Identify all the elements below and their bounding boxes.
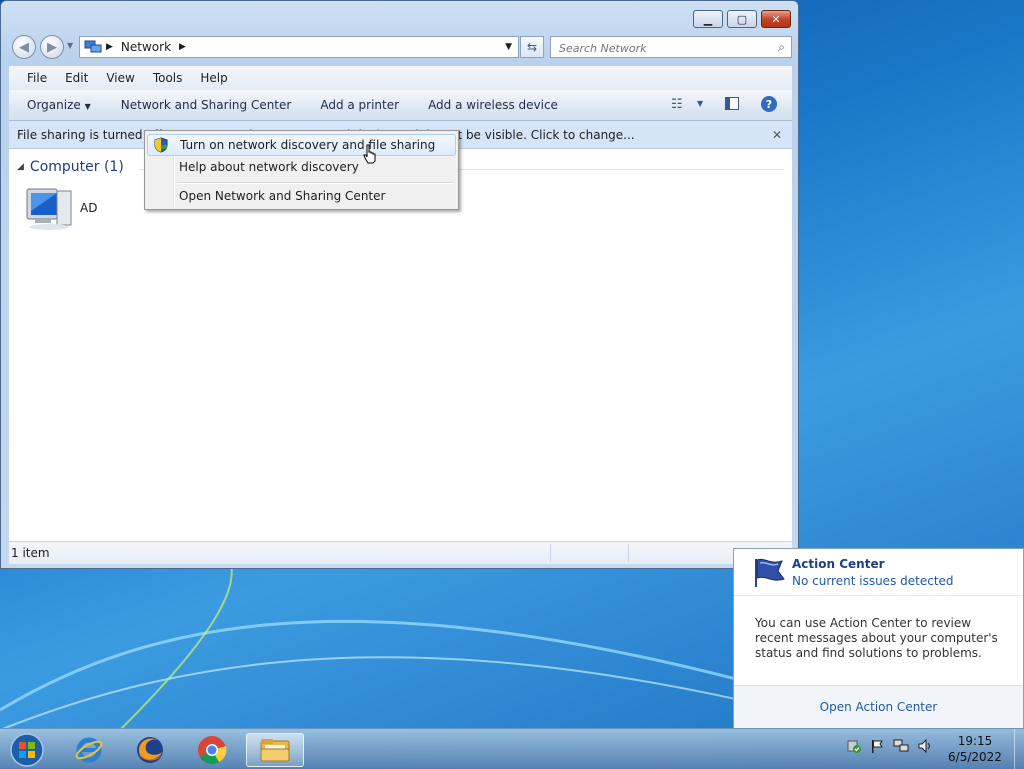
search-icon[interactable]: ⌕: [778, 40, 785, 55]
computer-icon: [26, 188, 72, 230]
back-button[interactable]: ◀: [12, 35, 36, 59]
menu-file[interactable]: File: [27, 71, 47, 85]
taskbar-internet-explorer[interactable]: [64, 733, 114, 767]
network-icon: [84, 40, 102, 53]
status-divider: [628, 544, 629, 562]
taskbar: 19:15 6/5/2022: [0, 728, 1024, 769]
desktop-wallpaper-swoosh: [0, 560, 740, 730]
open-action-center-link[interactable]: Open Action Center: [820, 700, 938, 714]
menu-item-label: Turn on network discovery and file shari…: [180, 138, 436, 152]
menu-edit[interactable]: Edit: [65, 71, 88, 85]
menu-view[interactable]: View: [106, 71, 134, 85]
organize-button[interactable]: Organize ▼: [27, 98, 91, 112]
internet-explorer-icon: [75, 737, 103, 763]
search-input[interactable]: [557, 38, 761, 58]
breadcrumb-chevron-icon[interactable]: ▶: [106, 42, 113, 52]
command-bar: Organize ▼ Network and Sharing Center Ad…: [9, 90, 792, 121]
help-icon[interactable]: ?: [761, 96, 777, 112]
taskbar-firefox[interactable]: [125, 733, 175, 767]
flag-tray-icon[interactable]: [868, 737, 886, 755]
action-center-tray-icon[interactable]: [845, 737, 863, 755]
network-connection-icon: [893, 739, 909, 752]
group-label: Computer (1): [29, 159, 124, 175]
breadcrumb-network[interactable]: Network: [121, 40, 171, 54]
action-center-popup: Action Center No current issues detected…: [733, 548, 1024, 728]
address-dropdown-icon[interactable]: ▼: [505, 42, 512, 52]
collapse-triangle-icon[interactable]: ◢: [17, 162, 24, 172]
chrome-icon: [198, 736, 227, 764]
uac-shield-icon: [154, 137, 168, 153]
status-item-count: 1 item: [11, 546, 50, 560]
status-divider: [550, 544, 551, 562]
menu-item-help-discovery[interactable]: Help about network discovery: [147, 156, 456, 178]
action-center-title[interactable]: Action Center: [792, 557, 885, 571]
network-explorer-window: ▁ ▢ ✕ ◀ ▶ ▼ ▶ Network ▶ ▼ ⇆ ⌕ File Edit …: [0, 0, 799, 569]
close-button[interactable]: ✕: [761, 10, 791, 28]
start-button[interactable]: [2, 733, 52, 767]
menu-item-open-sharing-center[interactable]: Open Network and Sharing Center: [147, 185, 456, 207]
menu-tools[interactable]: Tools: [153, 71, 183, 85]
action-center-status: No current issues detected: [792, 574, 954, 588]
volume-tray-icon[interactable]: [916, 737, 934, 755]
taskbar-windows-explorer[interactable]: [246, 733, 304, 767]
infobar-close-icon[interactable]: ✕: [772, 128, 782, 142]
folder-icon: [260, 739, 290, 762]
breadcrumb-chevron-icon[interactable]: ▶: [179, 42, 186, 52]
network-tray-icon[interactable]: [892, 737, 910, 755]
menu-separator: [177, 182, 454, 184]
forward-button[interactable]: ▶: [40, 35, 64, 59]
taskbar-chrome[interactable]: [187, 733, 237, 767]
clock-time: 19:15: [957, 734, 993, 748]
computer-item-ad[interactable]: AD: [23, 185, 103, 235]
search-box[interactable]: ⌕: [550, 36, 792, 58]
add-wireless-device-button[interactable]: Add a wireless device: [428, 98, 558, 112]
minimize-button[interactable]: ▁: [693, 10, 723, 28]
organize-label: Organize: [27, 98, 81, 112]
recent-pages-chevron-icon[interactable]: ▼: [67, 41, 73, 50]
hand-cursor-icon: [363, 144, 376, 164]
firefox-icon: [137, 737, 163, 763]
system-clock[interactable]: 19:15 6/5/2022: [940, 733, 1010, 765]
show-desktop-button[interactable]: [1014, 729, 1024, 769]
action-center-message: You can use Action Center to review rece…: [755, 616, 998, 660]
change-view-icon[interactable]: ☷: [671, 97, 683, 112]
flag-icon: [872, 740, 883, 753]
computer-item-label: AD: [80, 201, 98, 215]
menu-item-turn-on-discovery[interactable]: Turn on network discovery and file shari…: [147, 134, 456, 156]
menu-help[interactable]: Help: [200, 71, 227, 85]
security-check-icon: [847, 740, 861, 753]
group-header-computer[interactable]: ◢ Computer (1): [17, 159, 124, 175]
refresh-button[interactable]: ⇆: [520, 36, 544, 58]
maximize-button[interactable]: ▢: [727, 10, 757, 28]
status-bar: 1 item: [9, 541, 792, 564]
network-sharing-center-button[interactable]: Network and Sharing Center: [121, 98, 292, 112]
view-options-chevron-icon[interactable]: ▼: [697, 99, 703, 108]
infobar-context-menu: Turn on network discovery and file shari…: [144, 130, 459, 210]
clock-date: 6/5/2022: [948, 750, 1002, 764]
action-center-footer: Open Action Center: [734, 685, 1023, 728]
menu-bar: File Edit View Tools Help: [9, 65, 792, 90]
speaker-icon: [918, 738, 930, 754]
preview-pane-icon[interactable]: [725, 97, 739, 110]
menu-item-label: Help about network discovery: [179, 160, 359, 174]
windows-orb-icon: [10, 733, 44, 767]
address-bar[interactable]: ▶ Network ▶ ▼: [79, 36, 519, 58]
add-printer-button[interactable]: Add a printer: [320, 98, 399, 112]
chevron-down-icon: ▼: [84, 102, 91, 111]
action-center-header: Action Center No current issues detected: [734, 549, 1023, 596]
menu-item-label: Open Network and Sharing Center: [179, 189, 386, 203]
action-center-flag-icon: [755, 558, 785, 587]
